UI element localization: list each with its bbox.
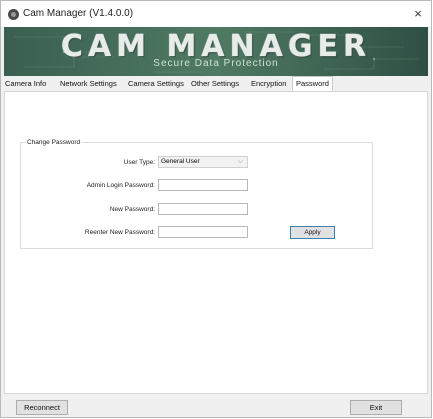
title-bar: Cam Manager (V1.4.0.0) ×	[1, 1, 431, 27]
tab-network-settings[interactable]: Network Settings	[60, 77, 117, 91]
banner-subtitle: Secure Data Protection	[153, 58, 279, 69]
reenter-password-field[interactable]	[158, 226, 248, 238]
group-title: Change Password	[26, 139, 82, 146]
password-panel: Change Password User Type: General User …	[4, 92, 428, 394]
app-window: Cam Manager (V1.4.0.0) × CAM MANAGER Sec…	[0, 0, 432, 418]
new-password-field[interactable]	[158, 203, 248, 215]
window-title: Cam Manager (V1.4.0.0)	[23, 8, 134, 19]
admin-password-field[interactable]	[158, 179, 248, 191]
tab-other-settings[interactable]: Other Settings	[191, 77, 239, 91]
user-type-value: General User	[161, 158, 200, 165]
camera-app-icon	[8, 9, 19, 20]
reconnect-button[interactable]: Reconnect	[16, 400, 68, 415]
tab-bar: Camera Info Network Settings Camera Sett…	[4, 76, 428, 92]
chevron-down-icon: ⌵	[237, 158, 243, 165]
tab-camera-settings[interactable]: Camera Settings	[128, 77, 184, 91]
logo-banner: CAM MANAGER Secure Data Protection	[4, 27, 428, 76]
exit-button[interactable]: Exit	[350, 400, 402, 415]
close-icon[interactable]: ×	[409, 5, 427, 23]
admin-password-label: Admin Login Password:	[86, 182, 155, 189]
tab-password[interactable]: Password	[292, 76, 333, 91]
reenter-password-label: Reenter New Password:	[84, 229, 155, 236]
user-type-label: User Type:	[123, 159, 155, 166]
tab-encryption[interactable]: Encryption	[251, 77, 286, 91]
new-password-label: New Password:	[109, 206, 155, 213]
tab-camera-info[interactable]: Camera Info	[5, 77, 46, 91]
apply-button[interactable]: Apply	[290, 226, 335, 239]
user-type-select[interactable]: General User ⌵	[158, 156, 248, 168]
